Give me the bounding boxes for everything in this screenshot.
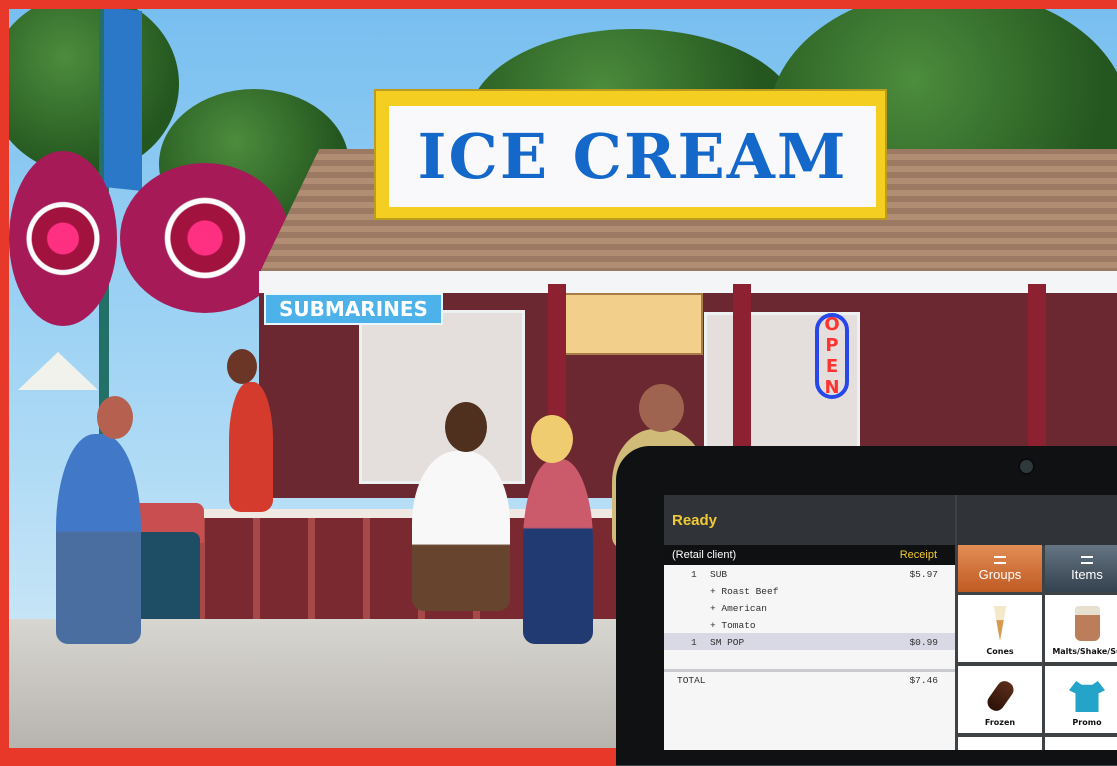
menu-board bbox=[549, 293, 703, 355]
total-separator bbox=[664, 669, 955, 672]
total-value: $7.46 bbox=[909, 675, 938, 686]
line-item-name: SM POP bbox=[710, 637, 745, 648]
tile-label: Promo bbox=[1072, 718, 1102, 727]
malts-shake-tile[interactable]: Malts/Shake/Su bbox=[1045, 595, 1117, 662]
person-head bbox=[531, 415, 573, 463]
status-text: Ready bbox=[672, 512, 718, 529]
submarines-sign: SUBMARINES bbox=[264, 293, 443, 325]
items-tab[interactable]: Items bbox=[1045, 545, 1117, 592]
promo-tile[interactable]: Promo bbox=[1045, 666, 1117, 733]
groups-tab-label: Groups bbox=[978, 566, 1022, 582]
woman-white-shirt bbox=[412, 451, 510, 611]
groups-tab[interactable]: Groups bbox=[958, 545, 1042, 592]
frozen-tile[interactable]: Frozen bbox=[958, 666, 1042, 733]
receipt-modifier-line[interactable]: + Roast Beef bbox=[664, 582, 955, 599]
woman-striped-shirt bbox=[523, 459, 593, 644]
items-icon bbox=[1081, 555, 1093, 564]
person-head bbox=[445, 402, 487, 452]
receipt-modifier-line[interactable]: + Tomato bbox=[664, 616, 955, 633]
line-price: $0.99 bbox=[909, 637, 938, 648]
modifier-name: + Roast Beef bbox=[710, 586, 779, 597]
client-name: (Retail client) bbox=[672, 549, 737, 561]
hanging-flower-basket bbox=[9, 151, 117, 326]
blue-banner bbox=[104, 9, 142, 191]
person-head bbox=[97, 396, 133, 439]
next-tile-partial[interactable] bbox=[958, 737, 1042, 750]
receipt-line[interactable]: 1 SUB $5.97 bbox=[664, 565, 955, 582]
line-price: $5.97 bbox=[909, 569, 938, 580]
line-qty: 1 bbox=[691, 637, 697, 648]
status-bar-empty-area bbox=[957, 495, 1117, 546]
tile-label: Frozen bbox=[984, 718, 1016, 727]
selected-receipt-line[interactable]: 1 SM POP $0.99 bbox=[664, 633, 955, 650]
receipt-button[interactable]: Receipt bbox=[900, 549, 937, 561]
kiosk-post bbox=[1028, 284, 1046, 454]
next-tile-partial[interactable] bbox=[1045, 737, 1117, 750]
frozen-treat-icon bbox=[983, 678, 1017, 714]
open-neon-sign: OPEN bbox=[815, 313, 849, 399]
man-blue-shirt bbox=[56, 434, 141, 644]
receipt-header: (Retail client) Receipt bbox=[664, 545, 955, 565]
tile-label: Malts/Shake/Su bbox=[1052, 647, 1117, 656]
t-shirt-icon bbox=[1069, 681, 1105, 712]
pos-screen: Ready (Retail client) Receipt 1 SUB $5.9… bbox=[664, 495, 1117, 750]
modifier-name: + American bbox=[710, 603, 768, 614]
person-head bbox=[639, 384, 684, 432]
roof-trim bbox=[259, 271, 1117, 295]
groups-icon bbox=[994, 555, 1006, 564]
tablet-camera bbox=[1018, 458, 1035, 475]
ice-cream-sign: ICE CREAM bbox=[389, 106, 876, 207]
ice-cream-cone-icon bbox=[993, 606, 1007, 641]
sign-text: ICE CREAM bbox=[417, 120, 848, 193]
line-qty: 1 bbox=[691, 569, 697, 580]
kiosk-post bbox=[733, 284, 751, 459]
man-red-shirt bbox=[229, 382, 273, 512]
line-item-name: SUB bbox=[710, 569, 728, 580]
tile-label: Cones bbox=[986, 647, 1014, 656]
receipt-list: 1 SUB $5.97 + Roast Beef + American + To… bbox=[664, 565, 955, 750]
items-tab-label: Items bbox=[1071, 566, 1103, 582]
milkshake-icon bbox=[1074, 606, 1100, 641]
order-total: TOTAL $7.46 bbox=[677, 675, 938, 686]
cones-tile[interactable]: Cones bbox=[958, 595, 1042, 662]
person-head bbox=[227, 349, 257, 384]
total-label: TOTAL bbox=[677, 675, 706, 686]
receipt-modifier-line[interactable]: + American bbox=[664, 599, 955, 616]
modifier-name: + Tomato bbox=[710, 620, 756, 631]
status-bar: Ready bbox=[664, 495, 955, 546]
